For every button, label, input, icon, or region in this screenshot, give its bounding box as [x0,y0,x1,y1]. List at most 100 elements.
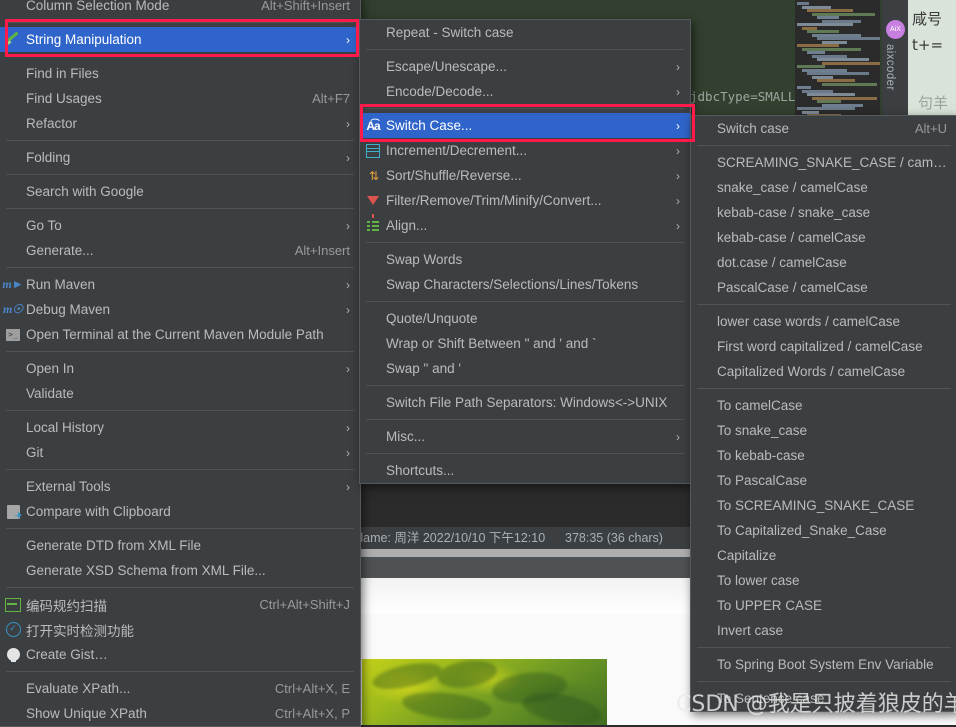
menu-item-refactor[interactable]: Refactor › [0,111,360,136]
menu-item-kebab-case-snake-case[interactable]: kebab-case / snake_case [691,200,956,225]
menu-item-shortcut: Ctrl+Alt+X, E [274,681,350,696]
menu-item-label: Filter/Remove/Trim/Minify/Convert... [386,193,602,208]
menu-item-label: First word capitalized / camelCase [717,339,923,354]
minimap-line [822,82,877,86]
menu-item-generate[interactable]: Generate... Alt+Insert [0,238,360,263]
chevron-right-icon: › [676,118,680,133]
aa-case-icon: A͡a [366,118,380,133]
align-icon [360,220,386,231]
string-manipulation-submenu[interactable]: Repeat - Switch case Escape/Unescape... › E… [359,19,691,484]
menu-item-to-spring-boot-system-env-variable[interactable]: To Spring Boot System Env Variable [691,652,956,677]
menu-item-go-to[interactable]: Go To › [0,213,360,238]
menu-item-label: Increment/Decrement... [386,143,528,158]
menu-separator [697,145,951,146]
menu-item-to-pascalcase[interactable]: To PascalCase [691,468,956,493]
aixcoder-tab-label[interactable]: aixcoder [884,44,896,91]
menu-item-open-terminal-at-the-current-maven-module-path[interactable]: >_ Open Terminal at the Current Maven Mod… [0,322,360,347]
menu-item-capitalize[interactable]: Capitalize [691,543,956,568]
menu-item-to-lower-case[interactable]: To lower case [691,568,956,593]
menu-separator [6,56,354,57]
menu-item-label: To PascalCase [717,473,808,488]
menu-item-switch-case[interactable]: Switch case Alt+U [691,116,956,141]
status-caret-position: 378:35 (36 chars) [565,531,663,545]
menu-item-generate-dtd-from-xml-file[interactable]: Generate DTD from XML File [0,533,360,558]
menu-item-label: Run Maven [26,277,96,292]
chevron-right-icon: › [346,479,350,494]
menu-item-编码规约扫描[interactable]: 编码规约扫描 Ctrl+Alt+Shift+J [0,592,360,617]
menu-item-open-in[interactable]: Open In › [0,356,360,381]
menu-item-escape-unescape[interactable]: Escape/Unescape... › [360,54,690,79]
menu-item-increment-decrement[interactable]: Increment/Decrement... › [360,138,690,163]
menu-item-switch-case[interactable]: A͡a Switch Case... › [360,113,690,138]
menu-item-external-tools[interactable]: External Tools › [0,474,360,499]
menu-item-git[interactable]: Git › [0,440,360,465]
menu-item-local-history[interactable]: Local History › [0,415,360,440]
menu-item-generate-xsd-schema-from-xml-file[interactable]: Generate XSD Schema from XML File... [0,558,360,583]
menu-item-snake-case-camelcase[interactable]: snake_case / camelCase [691,175,956,200]
menu-item-find-usages[interactable]: Find Usages Alt+F7 [0,86,360,111]
menu-item-lower-case-words-camelcase[interactable]: lower case words / camelCase [691,309,956,334]
check-circle-icon: ✓ [0,622,26,637]
menu-item-dot-case-camelcase[interactable]: dot.case / camelCase [691,250,956,275]
menu-item-encode-decode[interactable]: Encode/Decode... › [360,79,690,104]
menu-item-to-snake-case[interactable]: To snake_case [691,418,956,443]
menu-separator [366,385,684,386]
editor-minimap[interactable] [795,0,880,122]
menu-item-debug-maven[interactable]: m☉ Debug Maven › [0,297,360,322]
menu-item-to-camelcase[interactable]: To camelCase [691,393,956,418]
menu-separator [6,410,354,411]
menu-item-folding[interactable]: Folding › [0,145,360,170]
menu-item-kebab-case-camelcase[interactable]: kebab-case / camelCase [691,225,956,250]
menu-item-invert-case[interactable]: Invert case [691,618,956,643]
aixcoder-badge-icon: AiX [886,20,905,39]
menu-item-swap-words[interactable]: Swap Words [360,247,690,272]
editor-context-menu[interactable]: Column Selection Mode Alt+Shift+Insert Str… [0,0,361,727]
menu-item-misc[interactable]: Misc... › [360,424,690,449]
chevron-right-icon: › [346,32,350,47]
menu-item-label: To Spring Boot System Env Variable [717,657,934,672]
landscape-photo [362,659,607,725]
menu-item-pascalcase-camelcase[interactable]: PascalCase / camelCase [691,275,956,300]
menu-item-repeat-switch-case[interactable]: Repeat - Switch case [360,20,690,45]
menu-item-label: Capitalized Words / camelCase [717,364,906,379]
menu-item-validate[interactable]: Validate [0,381,360,406]
menu-separator [6,22,354,23]
menu-item-switch-file-path-separators-windows-unix[interactable]: Switch File Path Separators: Windows<->U… [360,390,690,415]
menu-item-search-with-google[interactable]: Search with Google [0,179,360,204]
menu-item-screaming-snake-case-camelcase[interactable]: SCREAMING_SNAKE_CASE / camelCase [691,150,956,175]
menu-item-find-in-files[interactable]: Find in Files [0,61,360,86]
menu-item-create-gist[interactable]: Create Gist… [0,642,360,667]
menu-item-filter-remove-trim-minify-convert[interactable]: Filter/Remove/Trim/Minify/Convert... › [360,188,690,218]
menu-item-evaluate-xpath[interactable]: Evaluate XPath... Ctrl+Alt+X, E [0,676,360,701]
menu-item-label: Go To [26,218,62,233]
menu-item-to-capitalized-snake-case[interactable]: To Capitalized_Snake_Case [691,518,956,543]
menu-item-shortcuts[interactable]: Shortcuts... [360,458,690,483]
menu-item-show-unique-xpath[interactable]: Show Unique XPath Ctrl+Alt+X, P [0,701,360,726]
menu-item-swap-characters-selections-lines-tokens[interactable]: Swap Characters/Selections/Lines/Tokens [360,272,690,297]
menu-item-column-selection-mode[interactable]: Column Selection Mode Alt+Shift+Insert [0,0,360,18]
switch-case-submenu[interactable]: Switch case Alt+U SCREAMING_SNAKE_CASE / c… [690,115,956,712]
menu-item-打开实时检测功能[interactable]: ✓ 打开实时检测功能 [0,617,360,642]
menu-item-run-maven[interactable]: m► Run Maven › [0,272,360,297]
menu-item-sort-shuffle-reverse[interactable]: ⇅ Sort/Shuffle/Reverse... › [360,163,690,188]
menu-item-label: To UPPER CASE [717,598,823,613]
menu-item-to-upper-case[interactable]: To UPPER CASE [691,593,956,618]
menu-item-compare-with-clipboard[interactable]: Compare with Clipboard [0,499,360,524]
menu-item-to-screaming-snake-case[interactable]: To SCREAMING_SNAKE_CASE [691,493,956,518]
menu-item-quote-unquote[interactable]: Quote/Unquote [360,306,690,331]
menu-item-label: Escape/Unescape... [386,59,507,74]
menu-item-label: Generate XSD Schema from XML File... [26,563,266,578]
menu-item-wrap-or-shift-between-and-and[interactable]: Wrap or Shift Between " and ' and ` [360,331,690,356]
menu-item-label: Align... [386,218,428,233]
menu-item-first-word-capitalized-camelcase[interactable]: First word capitalized / camelCase [691,334,956,359]
menu-item-string-manipulation[interactable]: String Manipulation › [0,27,360,52]
menu-item-swap-and[interactable]: Swap " and ' [360,356,690,381]
menu-item-capitalized-words-camelcase[interactable]: Capitalized Words / camelCase [691,359,956,384]
menu-item-label: dot.case / camelCase [717,255,847,270]
menu-separator [697,304,951,305]
menu-item-to-kebab-case[interactable]: To kebab-case [691,443,956,468]
menu-item-label: To snake_case [717,423,808,438]
menu-item-label: Local History [26,420,105,435]
menu-item-align[interactable]: Align... › [360,213,690,238]
menu-item-label: Show Unique XPath [26,706,147,721]
